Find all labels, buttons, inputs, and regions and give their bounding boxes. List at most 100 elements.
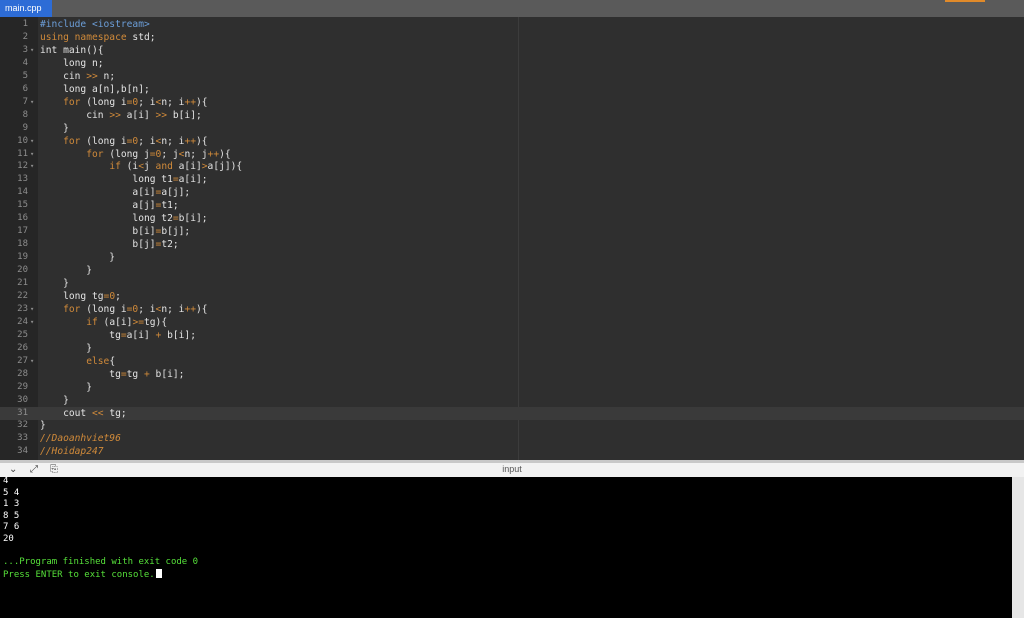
code-line[interactable]: 4 long n; [0,57,1024,70]
code-line[interactable]: 13 long t1=a[i]; [0,173,1024,186]
code-line[interactable]: 1 #include <iostream> [0,18,1024,31]
code-token: t2; [161,239,179,251]
code-line[interactable]: 21 } [0,277,1024,290]
code-line[interactable]: 10 ▾ for (long i=0; i<n; i++){ [0,135,1024,148]
code-text: for (long j=0; j<n; j++){ [40,148,230,161]
code-line[interactable]: 28 tg=tg + b[i]; [0,368,1024,381]
code-token: (long i [80,96,127,108]
code-token: =0 [149,148,162,160]
line-number: 9 [22,122,28,133]
code-token: << [91,407,104,419]
code-line[interactable]: 19 } [0,251,1024,264]
code-line[interactable]: 2 using namespace std; [0,31,1024,44]
code-line[interactable]: 16 long t2=b[i]; [0,212,1024,225]
code-text: } [40,381,92,394]
code-line[interactable]: 9 } [0,122,1024,135]
code-text: } [40,419,46,432]
code-token: =0 [103,290,116,302]
code-text: for (long i=0; i<n; i++){ [40,96,208,109]
code-line[interactable]: 11 ▾ for (long j=0; j<n; j++){ [0,148,1024,161]
code-token: if [86,316,98,328]
code-token: long a[n],b[n]; [40,83,150,95]
line-number: 11 [17,148,28,159]
code-token: =0 [126,303,139,315]
fold-toggle-icon[interactable]: ▾ [30,148,34,161]
console-scrollbar[interactable] [1012,477,1024,618]
fold-toggle-icon[interactable]: ▾ [30,44,34,57]
code-text: for (long i=0; i<n; i++){ [40,135,207,148]
code-line[interactable]: 32} [0,419,1024,432]
code-token: for [86,148,104,160]
code-text: tg=tg + b[i]; [40,368,184,381]
tab-main-cpp[interactable]: main.cpp [0,0,52,17]
fold-toggle-icon[interactable]: ▾ [30,355,34,368]
code-line[interactable]: 18 b[j]=t2; [0,238,1024,251]
code-text: int main(){ [40,44,104,57]
code-token: and [155,161,173,173]
code-token: long n; [40,57,104,69]
code-line[interactable]: 14 a[i]=a[j]; [0,186,1024,199]
line-number: 33 [17,433,28,444]
code-token: (long i [80,135,127,147]
code-token: a[j]){ [207,161,243,173]
code-line[interactable]: 30 } [0,394,1024,407]
code-token: >> [155,109,168,121]
code-token: a[i] [126,329,156,341]
fold-toggle-icon[interactable]: ▾ [30,96,34,109]
code-line[interactable]: 20 } [0,264,1024,277]
code-token: n; i [161,303,185,315]
code-token: n; [97,70,116,82]
code-token: { [109,355,116,367]
code-token: ){ [196,96,208,108]
code-line[interactable]: 33 //Daoanhviet96 [0,432,1024,445]
code-line[interactable]: 17 b[i]=b[j]; [0,225,1024,238]
code-line[interactable]: 5 cin >> n; [0,70,1024,83]
fold-toggle-icon[interactable]: ▾ [30,303,34,316]
code-line[interactable]: 27 ▾ else{ [0,355,1024,368]
fold-toggle-icon[interactable]: ▾ [30,135,34,148]
code-text: cout << tg; [40,407,127,420]
fold-toggle-icon[interactable]: ▾ [30,316,34,329]
tab-bar-accent [945,0,985,2]
line-number: 30 [17,394,28,405]
code-line[interactable]: 15 a[j]=t1; [0,199,1024,212]
code-token: t1; [161,200,179,212]
console-line-text: 4 [3,476,9,486]
code-editor[interactable]: 1 #include <iostream> 2 using namespace std… [0,17,1024,460]
code-line[interactable]: 29 } [0,381,1024,394]
console-toolbar: input ⌄ ⤢ ⎘ [0,463,1024,478]
chevron-down-icon[interactable]: ⌄ [9,464,17,476]
copy-icon[interactable]: ⎘ [50,464,58,476]
code-line[interactable]: 34 //Hoidap247 [0,445,1024,458]
expand-icon[interactable]: ⤢ [30,464,38,476]
code-token: ){ [196,303,208,315]
code-text: for (long i=0; i<n; i++){ [40,303,208,316]
line-number: 18 [17,239,28,250]
line-number: 1 [22,19,28,29]
code-line[interactable]: 12 ▾ if (i<j and a[i]>a[j]){ [0,160,1024,173]
code-token: n; j [184,148,208,160]
code-line[interactable]: 31 cout << tg; [0,406,1024,420]
line-number: 15 [17,200,28,211]
code-line[interactable]: 23 ▾ for (long i=0; i<n; i++){ [0,303,1024,316]
code-line[interactable]: 7 ▾ for (long i=0; i<n; i++){ [0,96,1024,109]
console-line: 5 4 [3,488,19,500]
code-line[interactable]: 8 cin >> a[i] >> b[i]; [0,109,1024,122]
code-token: =0 [126,96,139,108]
code-token: } [40,394,69,406]
code-text: } [40,277,69,290]
code-line[interactable]: 24 ▾ if (a[i]>=tg){ [0,316,1024,329]
code-text: b[j]=t2; [40,238,179,251]
code-line[interactable]: 26 } [0,342,1024,355]
code-line[interactable]: 25 tg=a[i] + b[i]; [0,329,1024,342]
console-cursor [155,568,162,578]
code-text: if (a[i]>=tg){ [40,316,167,329]
code-token: (i [120,161,139,173]
code-line[interactable]: 3 ▾ int main(){ [0,44,1024,57]
code-line[interactable]: 6 long a[n],b[n]; [0,83,1024,96]
code-line[interactable]: 22 long tg=0; [0,290,1024,303]
output-console[interactable]: 45 41 38 57 6 20 ...Program finished with … [0,476,1012,618]
code-token: a[j]; [161,187,191,199]
fold-toggle-icon[interactable]: ▾ [30,160,34,173]
